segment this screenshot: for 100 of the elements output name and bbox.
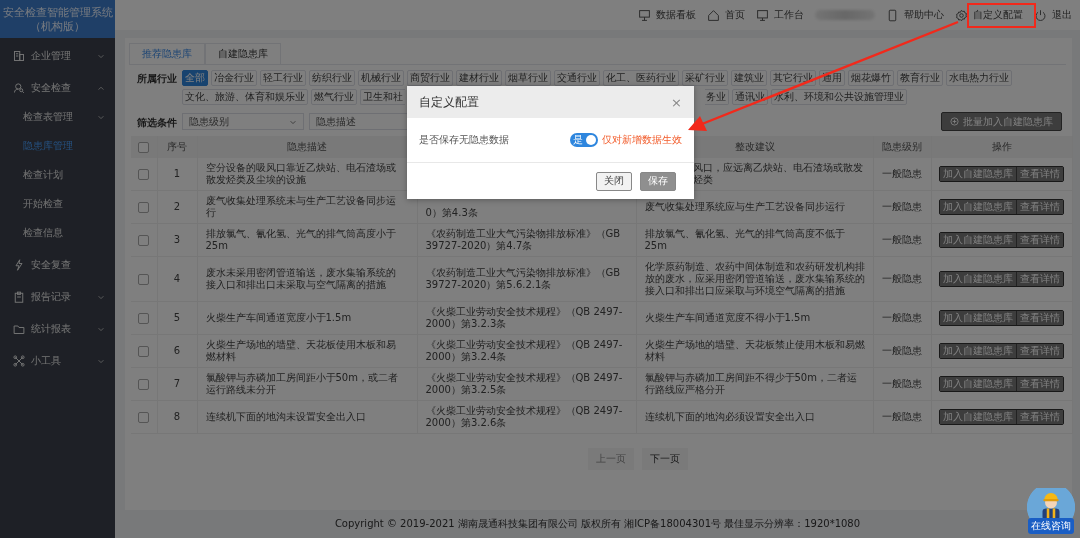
industry-tag[interactable]: 水电热力行业	[946, 70, 1012, 86]
table-cell: 化学原药制造、农药中间体制造和农药研发机构排放的废水，应采用密闭管道输送，废水集输系统的接入口和排出口应采取与环境空气隔离的措施	[644, 261, 865, 296]
checkbox[interactable]	[138, 234, 150, 246]
nav-link[interactable]: 数据看板	[638, 8, 696, 22]
filter-label: 筛选条件	[137, 115, 177, 130]
submenu-item[interactable]: 检查信息	[0, 218, 115, 247]
industry-tag[interactable]: 机械行业	[358, 70, 404, 86]
chat-widget[interactable]: 在线咨询	[1024, 488, 1078, 536]
checkbox[interactable]	[138, 201, 150, 213]
cancel-button[interactable]: 关闭	[596, 171, 632, 191]
industry-tag[interactable]: 通讯业	[732, 89, 768, 105]
column-header: 隐患描述	[287, 141, 327, 152]
industry-tag[interactable]: 建材行业	[456, 70, 502, 86]
save-button[interactable]: 保存	[640, 171, 676, 191]
table-cell: 排放氯气、氰化氢、光气的排气筒高度小于25m	[205, 228, 396, 251]
menu-item[interactable]: 企业管理	[0, 41, 115, 70]
table-cell: 火柴生产场地的墙壁、天花板使用木板和易燃材料	[205, 339, 396, 362]
industry-tag[interactable]: 卫生和社	[360, 89, 405, 105]
app-title: 安全检查智能管理系统	[2, 5, 113, 19]
table-cell: 风口，应远离乙炔站、电石渣场或散发烃类	[692, 162, 863, 185]
folder-icon	[13, 322, 25, 335]
person-search-icon	[13, 81, 25, 94]
column-header: 隐患级别	[882, 141, 922, 152]
row-number: 3	[173, 234, 181, 245]
checkbox[interactable]	[138, 411, 150, 423]
level-select[interactable]: 隐患级别	[182, 113, 304, 130]
industry-tag[interactable]: 纺织行业	[309, 70, 355, 86]
submenu-item[interactable]: 检查计划	[0, 160, 115, 189]
nav-link[interactable]: 帮助中心	[886, 8, 944, 22]
filter-label: 所属行业	[137, 72, 177, 86]
tablet-icon	[886, 8, 899, 22]
table-cell: 火柴生产车间通道宽度小于1.5m	[205, 312, 352, 323]
table-cell: 空分设备的吸风口靠近乙炔站、电石渣场或散发烃类及尘埃的设施	[205, 162, 396, 185]
menu-item[interactable]: 报告记录	[0, 282, 115, 311]
industry-tag[interactable]: 交通行业	[554, 70, 600, 86]
home-icon	[707, 8, 720, 22]
table-cell: 废气收集处理系统未与生产工艺设备同步运行	[205, 195, 396, 218]
setting-label: 是否保存无隐患数据	[419, 133, 510, 147]
industry-tag[interactable]: 商贸行业	[407, 70, 453, 86]
table-cell: 废气收集处理系统应与生产工艺设备同步运行	[644, 201, 845, 212]
industry-tag[interactable]: 烟花爆竹	[848, 70, 894, 86]
nav-link[interactable]: 退出	[1034, 8, 1072, 22]
industry-tag[interactable]: 全部	[182, 70, 208, 86]
nav-link[interactable]: 工作台	[756, 8, 804, 22]
monitor-icon	[756, 8, 769, 22]
table-cell: 《火柴工业劳动安全技术规程》（QB 2497-2000）第3.2.3条	[425, 306, 623, 329]
nav-link[interactable]: 首页	[707, 8, 745, 22]
nav-link[interactable]: 自定义配置	[955, 8, 1023, 22]
menu-item[interactable]: 安全检查	[0, 73, 115, 102]
row-number: 4	[173, 273, 181, 284]
tools-icon	[13, 354, 25, 367]
table-cell: 《火柴工业劳动安全技术规程》（QB 2497-2000）第3.2.6条	[425, 405, 623, 428]
board-icon	[638, 8, 651, 22]
industry-tag[interactable]: 烟草行业	[505, 70, 551, 86]
toggle-switch[interactable]: 是	[570, 133, 598, 147]
table-cell: 连续机下面的地沟未设置安全出入口	[205, 411, 366, 422]
row-number: 1	[173, 168, 181, 179]
industry-tag[interactable]: 轻工行业	[260, 70, 306, 86]
app-title: （机构版）	[30, 19, 85, 33]
tab[interactable]: 自建隐患库	[205, 43, 281, 64]
row-number: 6	[173, 345, 181, 356]
table-cell: 《农药制造工业大气污染物排放标准》（GB 39727-2020）第5.6.2.1条	[425, 267, 621, 290]
column-header: 序号	[167, 141, 187, 152]
industry-tag[interactable]: 务业	[705, 89, 729, 105]
industry-tag[interactable]: 燃气行业	[311, 89, 357, 105]
settings-icon	[955, 8, 968, 22]
submenu-item[interactable]: 检查表管理	[0, 102, 115, 131]
menu-item[interactable]: 统计报表	[0, 314, 115, 343]
table-cell: 废水未采用密闭管道输送，废水集输系统的接入口和排出口未采取与空气隔离的措施	[205, 267, 396, 290]
checkbox[interactable]	[138, 141, 150, 153]
industry-tag[interactable]: 化工、医药行业	[603, 70, 679, 86]
checkbox[interactable]	[138, 312, 150, 324]
power-icon	[1034, 8, 1047, 22]
industry-tag[interactable]: 文化、旅游、体育和娱乐业	[182, 89, 308, 105]
industry-tag[interactable]: 建筑业	[731, 70, 767, 86]
submenu-item[interactable]: 开始检查	[0, 189, 115, 218]
checkbox[interactable]	[138, 378, 150, 390]
industry-tag[interactable]: 采矿行业	[682, 70, 728, 86]
column-header: 整改建议	[734, 141, 775, 152]
table-cell: 连续机下面的地沟必须设置安全出入口	[644, 411, 815, 422]
row-number: 8	[173, 411, 181, 422]
table-cell: 火柴生产车间通道宽度不得小于1.5m	[644, 312, 811, 323]
close-button[interactable]: ×	[667, 94, 686, 110]
hint-text: 仅对新增数据生效	[602, 133, 682, 147]
dialog-title: 自定义配置	[419, 93, 479, 111]
checkbox[interactable]	[138, 168, 150, 180]
tab[interactable]: 推荐隐患库	[129, 43, 205, 64]
plus-circle-icon	[950, 117, 959, 126]
clipboard-icon	[13, 290, 25, 303]
industry-tag[interactable]: 教育行业	[897, 70, 943, 86]
row-number: 5	[173, 312, 181, 323]
table-cell: 排放氯气、氰化氢、光气的排气筒高度不低于25m	[644, 228, 845, 251]
checkbox[interactable]	[138, 273, 150, 285]
checkbox[interactable]	[138, 345, 150, 357]
table-cell: 《农药制造工业大气污染物排放标准》（GB 39727-2020）第4.7条	[425, 228, 621, 251]
menu-item[interactable]: 安全复查	[0, 250, 115, 279]
table-cell: 《火柴工业劳动安全技术规程》（QB 2497-2000）第3.2.5条	[425, 372, 623, 395]
table-cell: 《火柴工业劳动安全技术规程》（QB 2497-2000）第3.2.4条	[425, 339, 623, 362]
row-number: 2	[173, 201, 181, 212]
industry-tag[interactable]: 冶金行业	[211, 70, 257, 86]
